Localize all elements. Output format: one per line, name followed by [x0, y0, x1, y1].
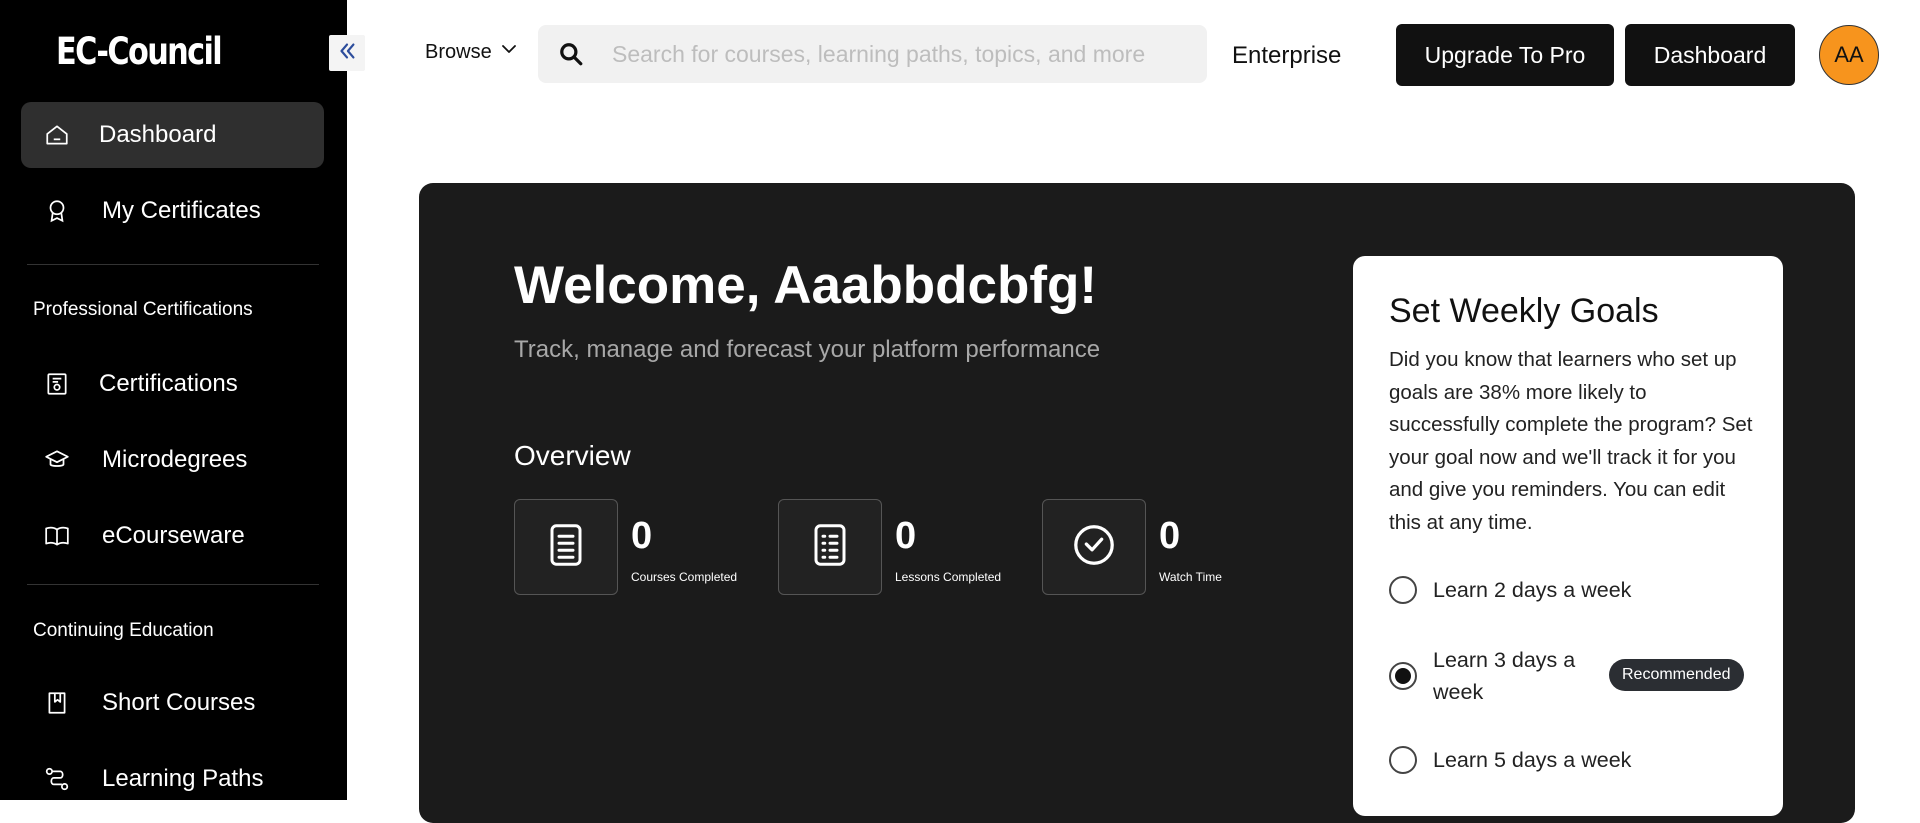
section-label-professional-certifications: Professional Certifications	[33, 299, 253, 320]
lessons-completed-value: 0	[895, 515, 917, 557]
goal-option-label: Learn 3 days a week	[1433, 648, 1576, 704]
watch-time-label: Watch Time	[1159, 570, 1222, 584]
goal-option-label: Learn 5 days a week	[1433, 748, 1632, 772]
sidebar: EC-Council Dashboard My Certificates Pro…	[0, 0, 347, 800]
sidebar-item-label: My Certificates	[102, 197, 261, 224]
welcome-subtitle: Track, manage and forecast your platform…	[514, 336, 1101, 363]
sidebar-item-label: Microdegrees	[102, 446, 248, 473]
sidebar-item-my-certificates[interactable]: My Certificates	[21, 178, 324, 244]
document-icon	[545, 522, 587, 573]
sidebar-item-ecourseware[interactable]: eCourseware	[21, 503, 324, 569]
sidebar-item-certifications[interactable]: Certifications	[21, 351, 324, 417]
radio-button[interactable]	[1389, 746, 1417, 774]
award-icon	[42, 196, 72, 226]
sidebar-item-label: Certifications	[99, 370, 238, 397]
weekly-goals-title: Set Weekly Goals	[1389, 292, 1659, 330]
sidebar-divider	[27, 264, 319, 265]
welcome-heading: Welcome, Aaabbdcbfg!	[514, 256, 1098, 315]
courses-completed-label: Courses Completed	[631, 570, 738, 584]
sidebar-item-learning-paths[interactable]: Learning Paths	[21, 746, 324, 812]
sidebar-item-label: Short Courses	[102, 689, 256, 716]
bookmark-book-icon	[42, 688, 72, 718]
sidebar-item-label: eCourseware	[102, 522, 245, 549]
goal-option-5-days[interactable]: Learn 5 days a week	[1389, 744, 1631, 776]
overview-title: Overview	[514, 440, 631, 471]
book-open-icon	[42, 521, 72, 551]
radio-button[interactable]	[1389, 576, 1417, 604]
sidebar-item-microdegrees[interactable]: Microdegrees	[21, 427, 324, 493]
certificate-icon	[42, 369, 72, 399]
home-icon	[42, 120, 72, 150]
sidebar-item-short-courses[interactable]: Short Courses	[21, 670, 324, 736]
clock-icon	[1071, 522, 1117, 573]
sidebar-item-dashboard[interactable]: Dashboard	[21, 102, 324, 168]
watch-time-value: 0	[1159, 515, 1181, 557]
stat-card-watch-time	[1042, 499, 1146, 595]
stat-card-lessons-completed	[778, 499, 882, 595]
sidebar-divider	[27, 584, 319, 585]
search-input[interactable]	[610, 39, 1194, 69]
ec-council-logo[interactable]: EC-Council	[56, 30, 223, 73]
lessons-completed-label: Lessons Completed	[895, 570, 1002, 584]
chevron-down-icon	[500, 40, 518, 64]
double-chevron-left-icon	[336, 40, 358, 67]
goal-option-3-days[interactable]: Learn 3 days a week	[1389, 644, 1583, 708]
weekly-goals-description: Did you know that learners who set up go…	[1389, 348, 1753, 534]
search-icon[interactable]	[556, 39, 586, 69]
browse-label: Browse	[425, 40, 492, 63]
weekly-goals-card: Set Weekly Goals Did you know that learn…	[1353, 256, 1783, 816]
goal-option-2-days[interactable]: Learn 2 days a week	[1389, 574, 1631, 606]
upgrade-to-pro-button[interactable]: Upgrade To Pro	[1396, 24, 1614, 86]
enterprise-link[interactable]: Enterprise	[1232, 42, 1341, 70]
search-bar	[538, 25, 1207, 83]
checklist-icon	[809, 522, 851, 573]
recommended-badge: Recommended	[1609, 659, 1744, 691]
sidebar-item-label: Dashboard	[99, 121, 217, 148]
courses-completed-value: 0	[631, 515, 653, 557]
goal-option-label: Learn 2 days a week	[1433, 578, 1632, 602]
radio-dot	[1395, 668, 1411, 684]
section-label-continuing-education: Continuing Education	[33, 620, 214, 641]
dashboard-button[interactable]: Dashboard	[1625, 24, 1795, 86]
graduation-cap-icon	[42, 445, 72, 475]
sidebar-collapse-button[interactable]	[329, 35, 365, 71]
avatar[interactable]: AA	[1819, 25, 1879, 85]
browse-menu[interactable]: Browse	[425, 40, 518, 64]
stat-card-courses-completed	[514, 499, 618, 595]
route-icon	[42, 764, 72, 794]
radio-button-selected[interactable]	[1389, 662, 1417, 690]
sidebar-item-label: Learning Paths	[102, 765, 264, 792]
